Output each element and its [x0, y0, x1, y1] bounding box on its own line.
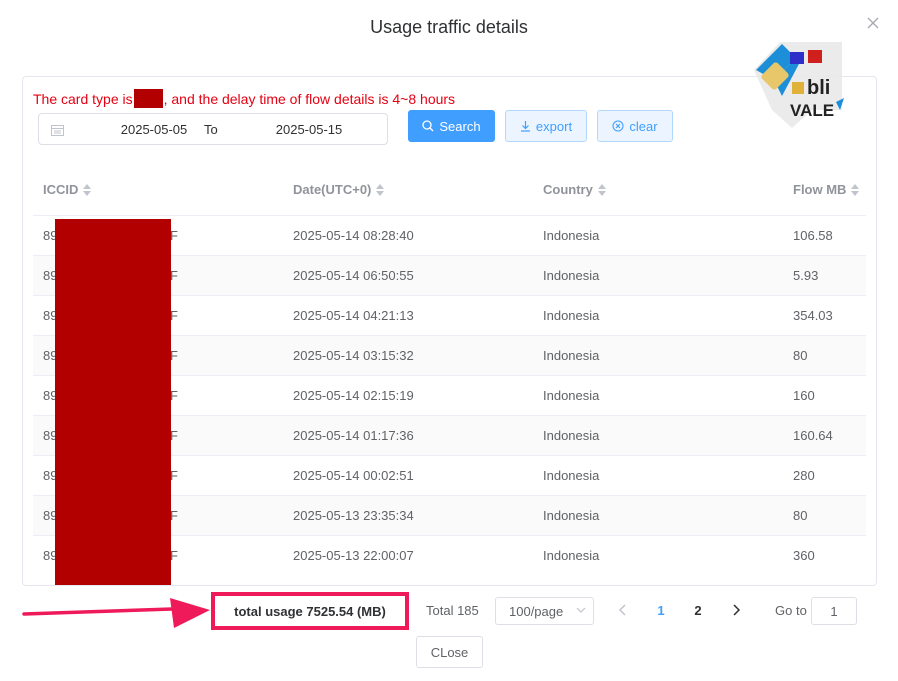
search-icon	[422, 120, 434, 132]
country-cell: Indonesia	[543, 388, 600, 403]
flow-cell: 106.58	[793, 228, 833, 243]
sort-icon[interactable]	[83, 183, 92, 196]
iccid-cell-suffix: F	[170, 308, 178, 323]
country-cell: Indonesia	[543, 228, 600, 243]
start-date[interactable]: 2025-05-05	[99, 122, 209, 137]
column-header-country[interactable]: Country	[543, 182, 606, 197]
date-cell: 2025-05-13 22:00:07	[293, 548, 414, 563]
date-cell: 2025-05-13 23:35:34	[293, 508, 414, 523]
date-cell: 2025-05-14 00:02:51	[293, 468, 414, 483]
column-header-flow[interactable]: Flow MB	[793, 182, 860, 197]
column-header-iccid[interactable]: ICCID	[43, 182, 92, 197]
date-range-picker[interactable]: 2025-05-05 To 2025-05-15	[38, 113, 388, 145]
flow-cell: 360	[793, 548, 815, 563]
country-cell: Indonesia	[543, 348, 600, 363]
country-cell: Indonesia	[543, 308, 600, 323]
flow-cell: 80	[793, 348, 808, 363]
total-usage-highlight: total usage 7525.54 (MB)	[211, 592, 409, 630]
country-cell: Indonesia	[543, 508, 600, 523]
sort-icon[interactable]	[597, 183, 606, 196]
flow-cell: 354.03	[793, 308, 833, 323]
iccid-cell-suffix: F	[170, 428, 178, 443]
country-cell: Indonesia	[543, 428, 600, 443]
total-count: Total 185	[426, 603, 479, 618]
close-button[interactable]: CLose	[416, 636, 483, 668]
iccid-cell-suffix: F	[170, 268, 178, 283]
page-size-select[interactable]: 100/page	[495, 597, 594, 625]
date-cell: 2025-05-14 01:17:36	[293, 428, 414, 443]
chevron-down-icon	[576, 607, 586, 613]
dialog-title: Usage traffic details	[370, 17, 528, 37]
iccid-cell-suffix: F	[170, 388, 178, 403]
page-1-button[interactable]: 1	[652, 603, 670, 618]
iccid-cell-suffix: F	[170, 228, 178, 243]
sort-icon[interactable]	[376, 183, 385, 196]
flow-cell: 160.64	[793, 428, 833, 443]
table-header: ICCID Date(UTC+0) Country Flow MB	[33, 168, 866, 216]
circle-close-icon	[612, 120, 624, 132]
download-icon	[520, 121, 530, 132]
svg-text:VALE: VALE	[790, 101, 834, 120]
flow-cell: 160	[793, 388, 815, 403]
iccid-cell-suffix: F	[170, 468, 178, 483]
sort-icon[interactable]	[851, 183, 860, 196]
goto-page-input[interactable]	[811, 597, 857, 625]
flow-cell: 5.93	[793, 268, 819, 283]
end-date[interactable]: 2025-05-15	[254, 122, 364, 137]
svg-text:bli: bli	[807, 77, 830, 99]
country-cell: Indonesia	[543, 268, 600, 283]
flow-cell: 80	[793, 508, 808, 523]
redacted-card-type	[133, 89, 163, 108]
date-cell: 2025-05-14 04:21:13	[293, 308, 414, 323]
flow-cell: 280	[793, 468, 815, 483]
iccid-cell-suffix: F	[170, 348, 178, 363]
iccid-cell-suffix: F	[170, 508, 178, 523]
calendar-icon	[51, 125, 64, 136]
date-cell: 2025-05-14 02:15:19	[293, 388, 414, 403]
close-icon[interactable]	[866, 16, 880, 30]
prev-page-icon[interactable]	[616, 603, 630, 617]
annotation-arrow-icon	[22, 598, 210, 628]
brand-logo: bli VALE	[754, 42, 844, 128]
date-cell: 2025-05-14 06:50:55	[293, 268, 414, 283]
country-cell: Indonesia	[543, 548, 600, 563]
date-cell: 2025-05-14 08:28:40	[293, 228, 414, 243]
page-size-value: 100/page	[509, 604, 564, 619]
goto-label: Go to	[775, 603, 807, 618]
export-button[interactable]: export	[505, 110, 587, 142]
iccid-cell-suffix: F	[170, 548, 178, 563]
clear-button[interactable]: clear	[597, 110, 673, 142]
country-cell: Indonesia	[543, 468, 600, 483]
next-page-icon[interactable]	[729, 603, 743, 617]
search-button[interactable]: Search	[408, 110, 495, 142]
date-cell: 2025-05-14 03:15:32	[293, 348, 414, 363]
card-type-notice: The card type is, and the delay time of …	[33, 89, 456, 108]
column-header-date[interactable]: Date(UTC+0)	[293, 182, 385, 197]
iccid-redaction	[55, 219, 171, 585]
date-separator: To	[204, 122, 218, 137]
page-2-button[interactable]: 2	[689, 603, 707, 618]
